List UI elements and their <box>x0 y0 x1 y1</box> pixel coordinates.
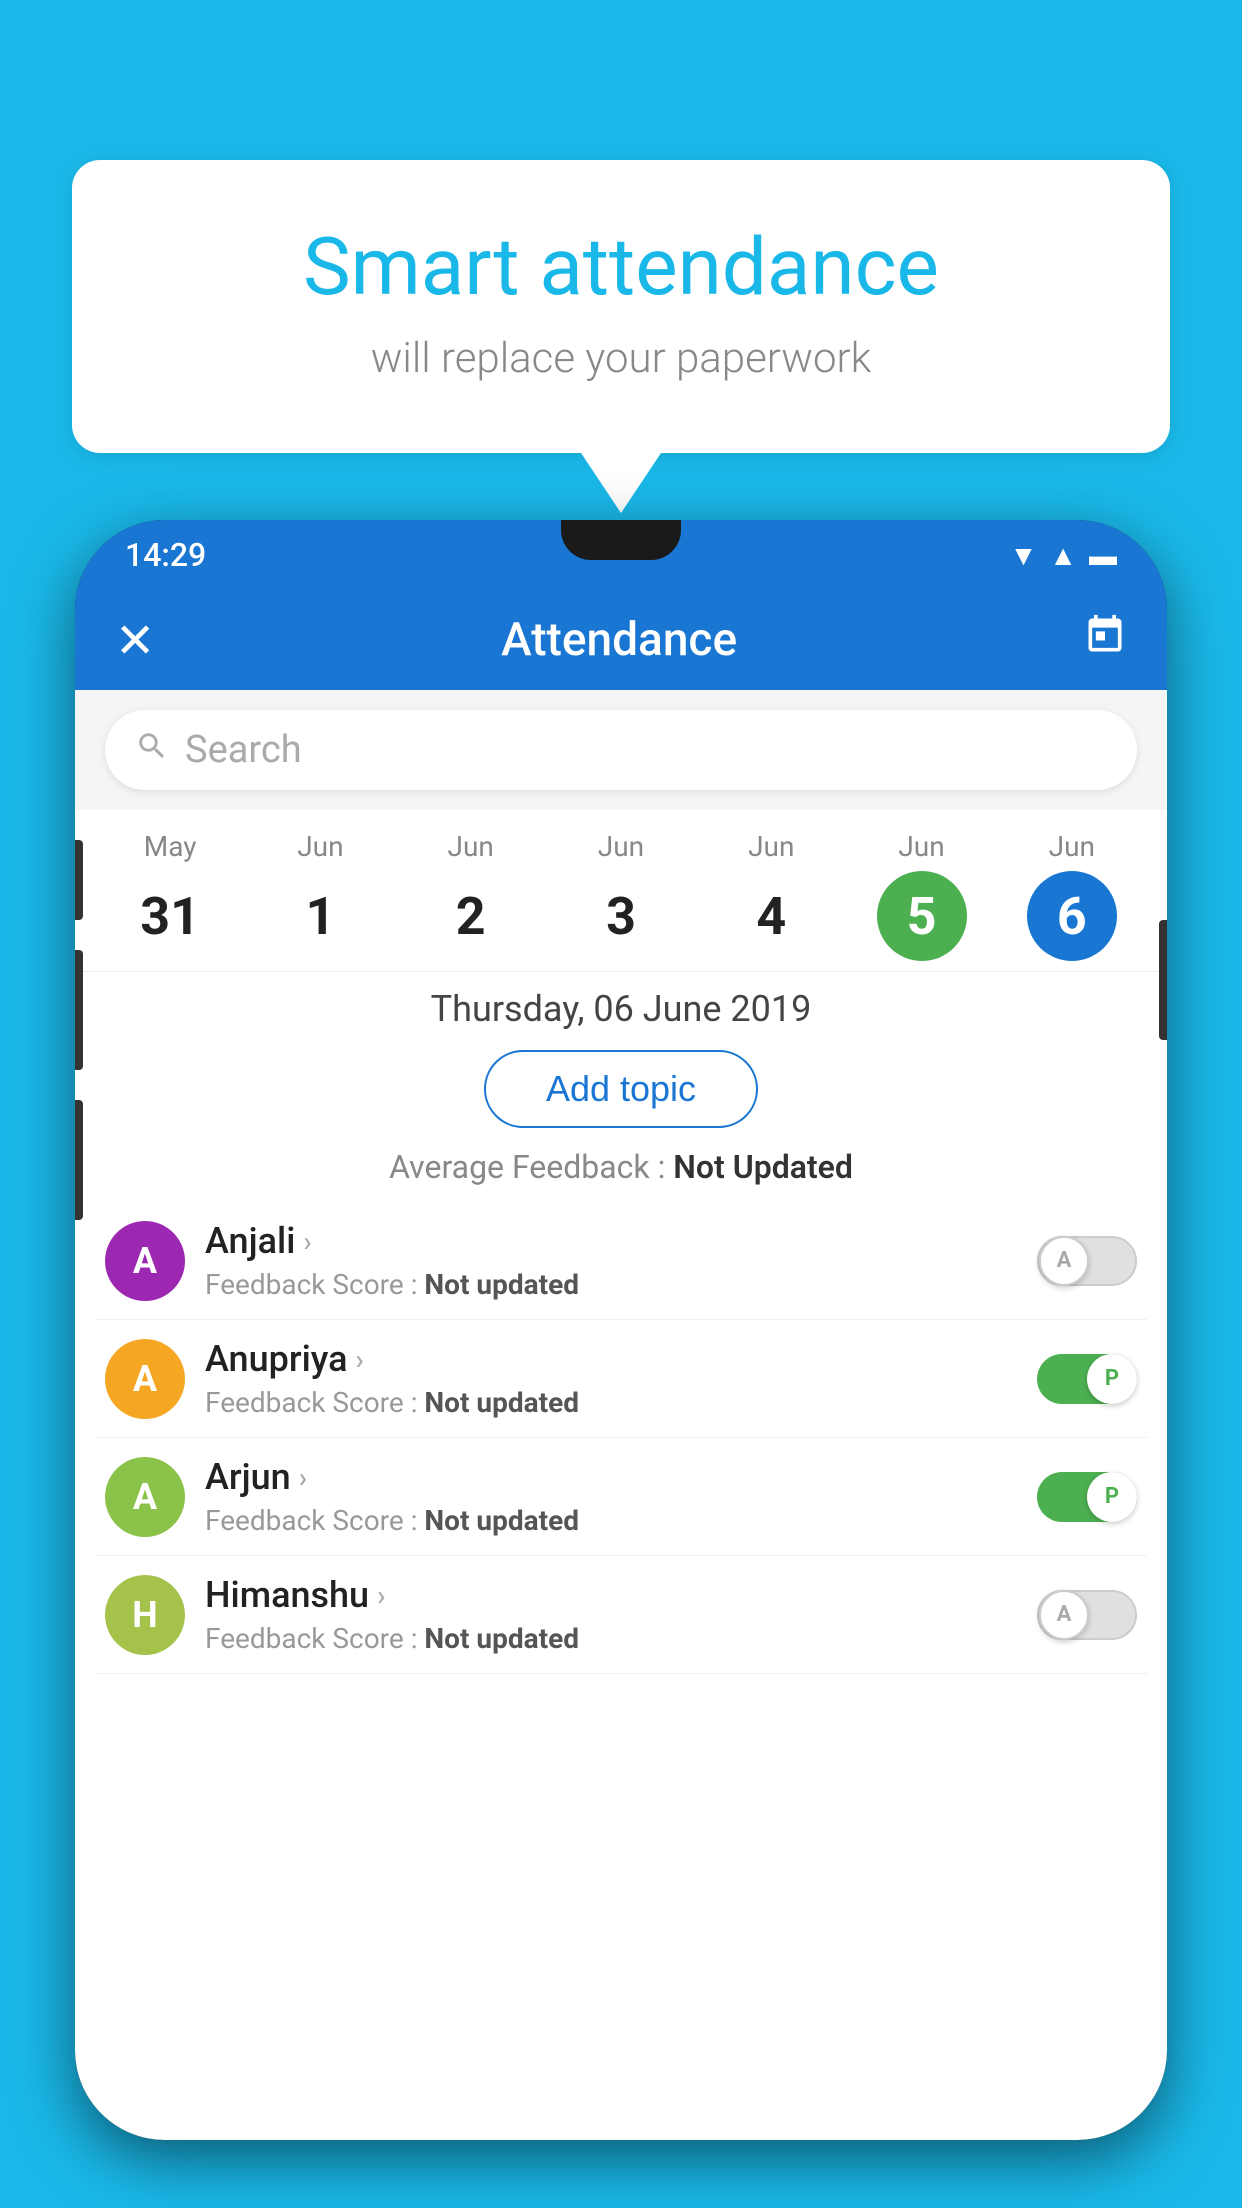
battery-icon: ▬ <box>1089 539 1117 572</box>
average-feedback: Average Feedback : Not Updated <box>75 1138 1167 1202</box>
status-icons: ▼ ▲ ▬ <box>1010 539 1117 572</box>
search-bar[interactable]: Search <box>105 710 1137 790</box>
toggle-knob: A <box>1039 1590 1089 1640</box>
calendar-icon[interactable] <box>1083 613 1127 667</box>
volume-down-button <box>75 1100 83 1220</box>
toggle-knob: A <box>1039 1236 1089 1286</box>
cal-month-label: May <box>144 830 197 863</box>
toggle-container[interactable]: P <box>1037 1354 1137 1404</box>
volume-up-button <box>75 950 83 1070</box>
status-time: 14:29 <box>125 536 206 574</box>
search-placeholder: Search <box>185 728 302 772</box>
calendar-day[interactable]: Jun 6 <box>997 830 1147 961</box>
phone-screen: Search May 31 Jun 1 Jun 2 Jun 3 Jun 4 Jun 5 Jun 6 Thu… <box>75 690 1167 2140</box>
close-button[interactable]: ✕ <box>115 612 155 669</box>
chevron-right-icon: › <box>377 1579 385 1612</box>
app-header: ✕ Attendance <box>75 590 1167 690</box>
toggle-container[interactable]: A <box>1037 1590 1137 1640</box>
avatar: A <box>105 1339 185 1419</box>
attendance-toggle[interactable]: A <box>1037 1590 1137 1640</box>
cal-month-label: Jun <box>598 830 644 863</box>
calendar-day[interactable]: Jun 3 <box>546 830 696 961</box>
student-list: AAnjali ›Feedback Score : Not updatedAAA… <box>75 1202 1167 1674</box>
cal-date-number[interactable]: 4 <box>726 871 816 961</box>
student-name: Anupriya › <box>205 1338 1017 1380</box>
student-info: Himanshu › Feedback Score : Not updated <box>205 1574 1017 1655</box>
student-name: Arjun › <box>205 1456 1017 1498</box>
feedback-score: Feedback Score : Not updated <box>205 1622 1017 1655</box>
cal-month-label: Jun <box>448 830 494 863</box>
feedback-score: Feedback Score : Not updated <box>205 1386 1017 1419</box>
calendar-day[interactable]: Jun 2 <box>396 830 546 961</box>
header-title: Attendance <box>501 613 737 667</box>
search-icon <box>135 729 169 772</box>
chevron-right-icon: › <box>299 1461 307 1494</box>
avatar: A <box>105 1221 185 1301</box>
main-subtitle: will replace your paperwork <box>132 334 1110 383</box>
avatar: H <box>105 1575 185 1655</box>
speech-bubble: Smart attendance will replace your paper… <box>72 160 1170 453</box>
student-info: Anupriya › Feedback Score : Not updated <box>205 1338 1017 1419</box>
search-container: Search <box>75 690 1167 810</box>
power-button <box>1159 920 1167 1040</box>
attendance-toggle[interactable]: P <box>1037 1354 1137 1404</box>
mute-button <box>75 840 83 920</box>
cal-date-number[interactable]: 1 <box>275 871 365 961</box>
calendar-day[interactable]: May 31 <box>95 830 245 961</box>
student-info: Anjali › Feedback Score : Not updated <box>205 1220 1017 1301</box>
toggle-knob: P <box>1087 1472 1137 1522</box>
avatar: A <box>105 1457 185 1537</box>
calendar-day[interactable]: Jun 5 <box>846 830 996 961</box>
cal-month-label: Jun <box>297 830 343 863</box>
status-bar: 14:29 ▼ ▲ ▬ <box>75 520 1167 590</box>
add-topic-container: Add topic <box>75 1040 1167 1138</box>
cal-date-number[interactable]: 6 <box>1027 871 1117 961</box>
main-title: Smart attendance <box>132 220 1110 314</box>
notch <box>561 520 681 560</box>
cal-date-number[interactable]: 2 <box>426 871 516 961</box>
cal-date-number[interactable]: 31 <box>125 871 215 961</box>
calendar-day[interactable]: Jun 1 <box>245 830 395 961</box>
student-name: Himanshu › <box>205 1574 1017 1616</box>
student-row[interactable]: A Anupriya › Feedback Score : Not updated P <box>95 1320 1147 1438</box>
feedback-score: Feedback Score : Not updated <box>205 1504 1017 1537</box>
calendar-strip: May 31 Jun 1 Jun 2 Jun 3 Jun 4 Jun 5 Jun 6 <box>75 810 1167 971</box>
cal-month-label: Jun <box>898 830 944 863</box>
avg-feedback-label: Average Feedback : <box>389 1148 673 1186</box>
feedback-score: Feedback Score : Not updated <box>205 1268 1017 1301</box>
student-info: Arjun › Feedback Score : Not updated <box>205 1456 1017 1537</box>
phone-frame: 14:29 ▼ ▲ ▬ ✕ Attendance <box>75 520 1167 2140</box>
phone-wrapper: 14:29 ▼ ▲ ▬ ✕ Attendance <box>75 520 1167 2208</box>
toggle-container[interactable]: A <box>1037 1236 1137 1286</box>
cal-month-label: Jun <box>1049 830 1095 863</box>
toggle-container[interactable]: P <box>1037 1472 1137 1522</box>
cal-date-number[interactable]: 5 <box>877 871 967 961</box>
attendance-toggle[interactable]: P <box>1037 1472 1137 1522</box>
avg-feedback-value: Not Updated <box>673 1148 853 1186</box>
student-row[interactable]: A Anjali › Feedback Score : Not updated A <box>95 1202 1147 1320</box>
speech-bubble-container: Smart attendance will replace your paper… <box>72 160 1170 453</box>
toggle-knob: P <box>1087 1354 1137 1404</box>
attendance-toggle[interactable]: A <box>1037 1236 1137 1286</box>
add-topic-button[interactable]: Add topic <box>484 1050 758 1128</box>
student-name: Anjali › <box>205 1220 1017 1262</box>
wifi-icon: ▼ <box>1010 539 1038 572</box>
student-row[interactable]: A Arjun › Feedback Score : Not updated P <box>95 1438 1147 1556</box>
chevron-right-icon: › <box>356 1343 364 1376</box>
cal-month-label: Jun <box>748 830 794 863</box>
signal-icon: ▲ <box>1049 539 1077 572</box>
calendar-day[interactable]: Jun 4 <box>696 830 846 961</box>
student-row[interactable]: H Himanshu › Feedback Score : Not updated A <box>95 1556 1147 1674</box>
selected-date: Thursday, 06 June 2019 <box>75 971 1167 1040</box>
cal-date-number[interactable]: 3 <box>576 871 666 961</box>
chevron-right-icon: › <box>303 1225 311 1258</box>
